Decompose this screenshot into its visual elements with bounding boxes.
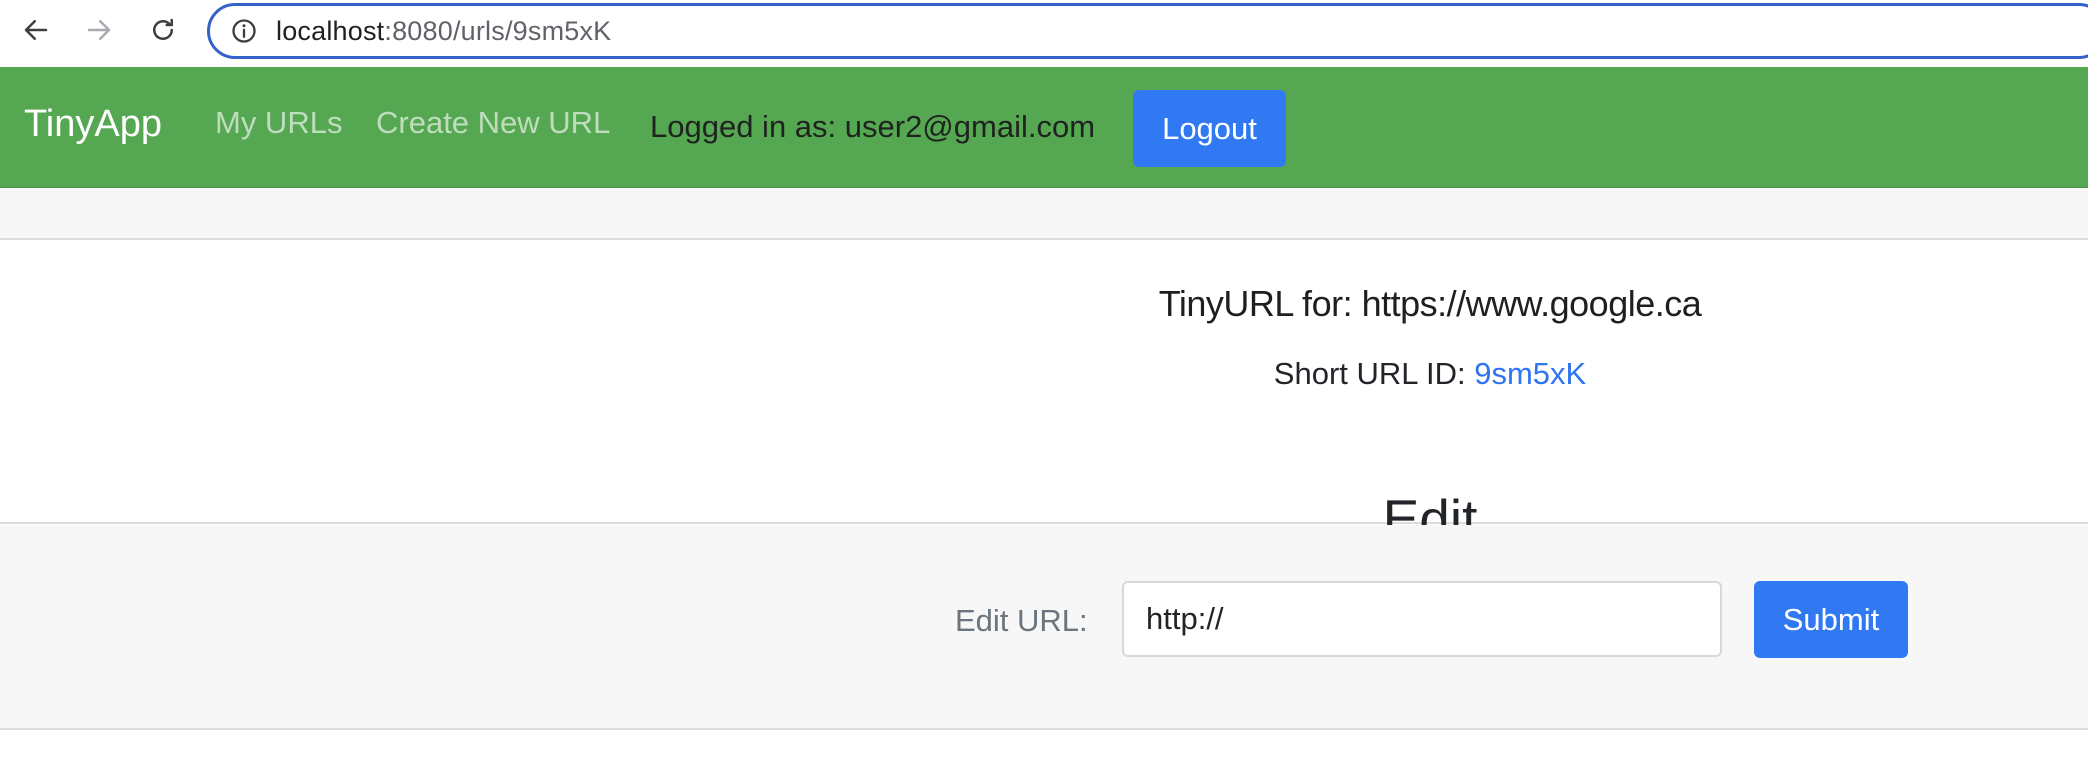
info-circle-icon[interactable] [230,17,258,45]
reload-button[interactable] [143,10,183,50]
arrow-right-icon [87,20,111,40]
logout-button[interactable]: Logout [1133,90,1286,167]
url-text: localhost:8080/urls/9sm5xK [276,16,611,47]
short-url-link[interactable]: 9sm5xK [1474,356,1586,391]
url-host: localhost [276,15,385,46]
short-url-line: Short URL ID: 9sm5xK [0,356,2088,392]
page-top-band [0,189,2088,240]
logged-in-text: Logged in as: user2@gmail.com [650,109,1096,144]
url-path: :8080/urls/9sm5xK [384,15,612,46]
back-button[interactable] [16,10,56,50]
forward-button[interactable] [79,10,119,50]
brand-link[interactable]: TinyApp [24,103,162,146]
address-bar[interactable]: localhost:8080/urls/9sm5xK [207,3,2088,59]
browser-toolbar: localhost:8080/urls/9sm5xK [0,0,2088,67]
reload-icon [153,18,173,40]
nav-link-create-new-url[interactable]: Create New URL [376,105,610,141]
arrow-left-icon [24,20,48,40]
nav-link-my-urls[interactable]: My URLs [215,105,342,141]
short-url-label: Short URL ID: [1273,356,1475,391]
card-title: TinyURL for: https://www.google.ca [1158,283,1702,324]
app-navbar: TinyApp My URLs Create New URL Logged in… [0,67,2088,188]
submit-button[interactable]: Submit [1754,581,1908,658]
edit-url-input[interactable] [1122,581,1722,657]
edit-url-label: Edit URL: [955,603,1088,638]
url-card-header: TinyURL for: https://www.google.ca Short… [0,241,2088,550]
edit-form: Edit URL: Submit [0,525,2088,730]
